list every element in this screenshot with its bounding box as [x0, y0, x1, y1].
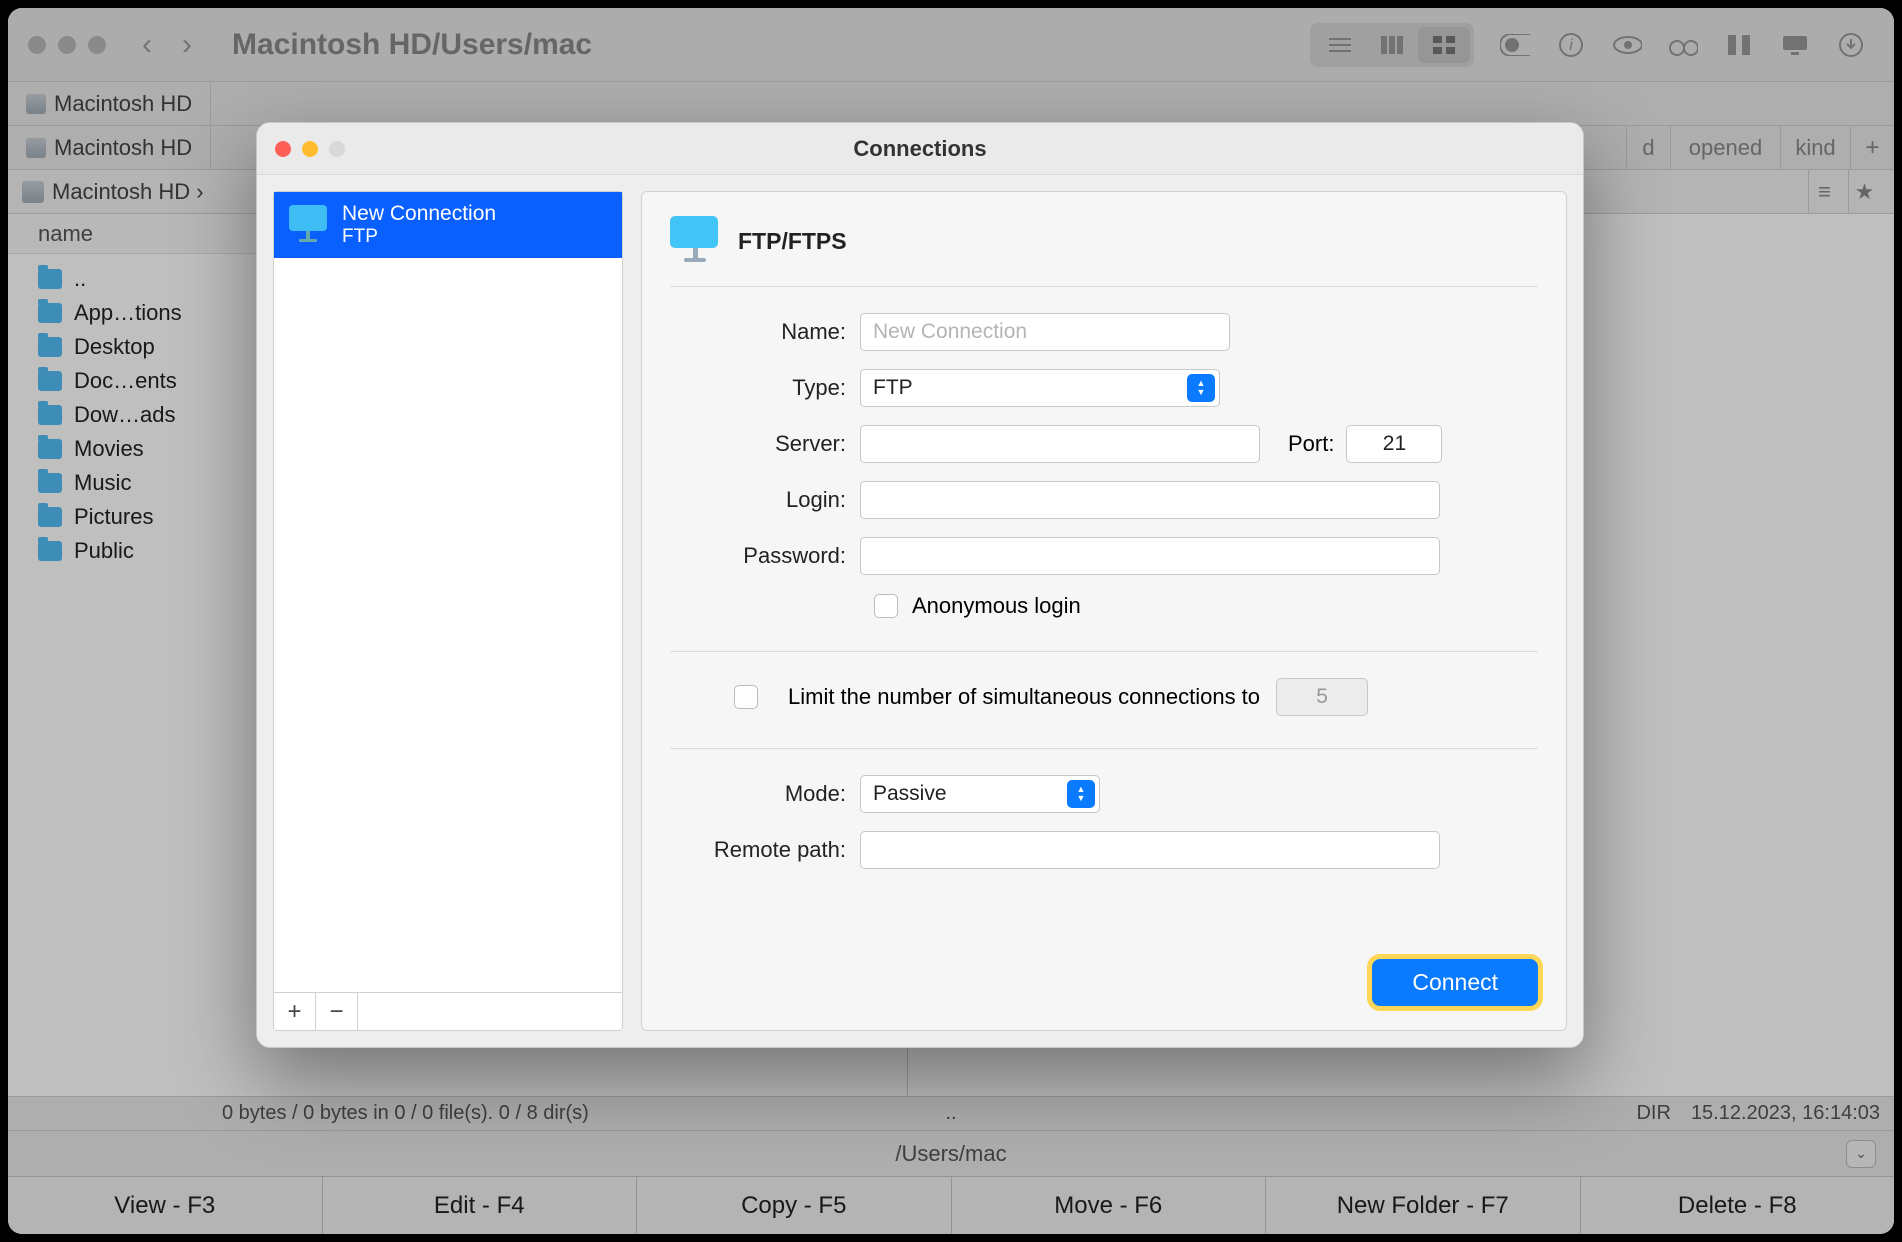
port-input[interactable]	[1346, 425, 1442, 463]
login-label: Login:	[670, 487, 860, 513]
form-header: FTP/FTPS	[670, 216, 1538, 287]
connection-name: New Connection	[342, 202, 496, 226]
password-input[interactable]	[860, 537, 1440, 575]
form-title: FTP/FTPS	[738, 228, 847, 255]
divider	[670, 748, 1538, 749]
dialog-body: New Connection FTP + − FTP/FTPS Name:	[257, 175, 1583, 1047]
limit-input	[1276, 678, 1368, 716]
connection-form: FTP/FTPS Name: Type: FTP ▲▼ Server: P	[641, 191, 1567, 1031]
dialog-window-controls	[275, 141, 345, 157]
anonymous-label: Anonymous login	[912, 593, 1081, 619]
main-window: ‹ › Macintosh HD/Users/mac i Macintosh H…	[8, 8, 1894, 1234]
close-icon[interactable]	[275, 141, 291, 157]
computer-icon	[288, 205, 328, 245]
server-label: Server:	[670, 431, 860, 457]
connection-text: New Connection FTP	[342, 202, 496, 248]
connections-list: New Connection FTP + −	[273, 191, 623, 1031]
zoom-icon	[329, 141, 345, 157]
limit-label: Limit the number of simultaneous connect…	[788, 684, 1260, 710]
login-input[interactable]	[860, 481, 1440, 519]
connection-list-toolbar: + −	[274, 992, 622, 1030]
chevron-up-down-icon: ▲▼	[1067, 780, 1095, 808]
connection-item[interactable]: New Connection FTP	[274, 192, 622, 258]
minimize-icon[interactable]	[302, 141, 318, 157]
dialog-title: Connections	[853, 136, 986, 162]
password-label: Password:	[670, 543, 860, 569]
type-label: Type:	[670, 375, 860, 401]
chevron-up-down-icon: ▲▼	[1187, 374, 1215, 402]
port-label: Port:	[1288, 431, 1334, 457]
connections-dialog: Connections New Connection FTP + −	[256, 122, 1584, 1048]
name-input[interactable]	[860, 313, 1230, 351]
connect-button[interactable]: Connect	[1372, 959, 1538, 1006]
name-label: Name:	[670, 319, 860, 345]
add-connection-button[interactable]: +	[274, 993, 316, 1030]
limit-checkbox[interactable]	[734, 685, 758, 709]
remote-path-label: Remote path:	[670, 837, 860, 863]
remove-connection-button[interactable]: −	[316, 993, 358, 1030]
dialog-titlebar: Connections	[257, 123, 1583, 175]
computer-icon	[670, 216, 720, 266]
mode-label: Mode:	[670, 781, 860, 807]
server-input[interactable]	[860, 425, 1260, 463]
type-select[interactable]: FTP ▲▼	[860, 369, 1220, 407]
divider	[670, 651, 1538, 652]
mode-select[interactable]: Passive ▲▼	[860, 775, 1100, 813]
connection-type: FTP	[342, 226, 496, 248]
remote-path-input[interactable]	[860, 831, 1440, 869]
mode-value: Passive	[873, 782, 947, 806]
type-value: FTP	[873, 376, 913, 400]
anonymous-checkbox[interactable]	[874, 594, 898, 618]
